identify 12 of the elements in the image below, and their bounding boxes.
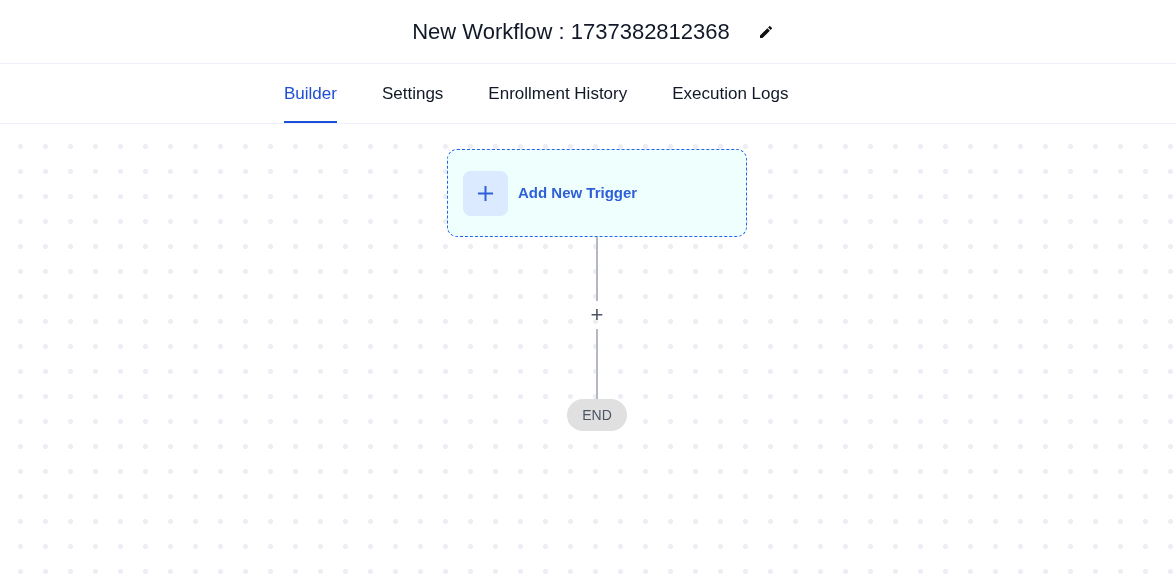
connector-line xyxy=(596,329,598,399)
tab[interactable]: Settings xyxy=(381,64,444,123)
connector-line xyxy=(596,237,598,301)
trigger-card[interactable]: Add New Trigger xyxy=(447,149,747,237)
add-step-button[interactable]: + xyxy=(590,301,604,329)
end-node: END xyxy=(567,399,627,431)
tab[interactable]: Builder xyxy=(284,64,337,123)
tab[interactable]: Enrollment History xyxy=(488,64,628,123)
tab[interactable]: Execution Logs xyxy=(672,64,789,123)
edit-icon[interactable] xyxy=(757,23,774,40)
trigger-label: Add New Trigger xyxy=(518,182,638,203)
workflow-title: New Workflow : 1737382812368 xyxy=(412,18,730,46)
